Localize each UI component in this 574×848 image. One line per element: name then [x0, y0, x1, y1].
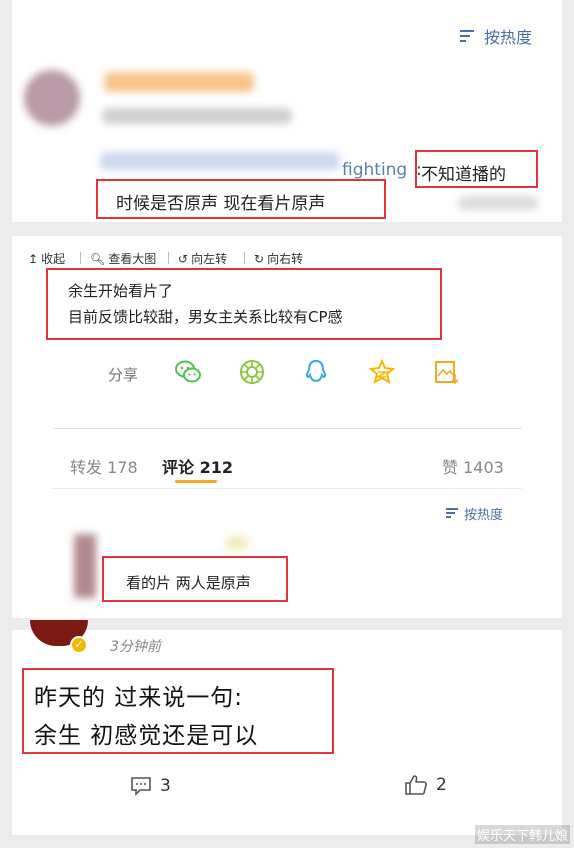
tab-bar-divider — [52, 488, 522, 489]
comment-action[interactable]: 3 — [130, 776, 171, 796]
username-blurred — [104, 72, 254, 92]
comments-sort-button[interactable]: 按热度 — [446, 504, 503, 523]
comment-blurred — [102, 108, 292, 124]
sort-icon — [446, 508, 460, 519]
like-count: 2 — [436, 775, 447, 795]
save-image-icon[interactable] — [432, 358, 460, 386]
comments-sort-label: 按热度 — [464, 508, 504, 523]
tab-active-underline — [175, 480, 217, 483]
reply-mention[interactable]: fighting — [342, 160, 407, 180]
commenter-avatar-blurred — [74, 534, 96, 598]
post-panel: ↥ 收起 🔍︎ 查看大图 ↺ 向左转 ↻ 向右转 余生开始看片了 目前反馈比较甜，男女主… — [12, 236, 562, 618]
toolbar-divider — [168, 252, 169, 264]
commenter-name-blurred — [226, 536, 248, 550]
collapse-button[interactable]: ↥ 收起 — [28, 250, 65, 267]
collapse-label: 收起 — [41, 252, 66, 266]
rotate-left-label: 向左转 — [191, 252, 228, 266]
rotate-right-label: 向右转 — [267, 252, 304, 266]
rotate-left-button[interactable]: ↺ 向左转 — [178, 250, 227, 267]
reply-user-blurred — [100, 152, 340, 170]
arrow-up-icon: ↥ — [28, 251, 39, 266]
view-large-button[interactable]: 🔍︎ 查看大图 — [90, 250, 156, 267]
highlight-box — [102, 556, 288, 602]
verified-badge-icon: ✓ — [70, 636, 88, 654]
section-divider — [52, 428, 522, 429]
sort-icon — [460, 29, 478, 43]
comment-panel-bottom: ✓ 3分钟前 昨天的 过来说一句: 余生 初感觉还是可以 3 2 — [12, 620, 562, 835]
wechat-icon[interactable] — [174, 358, 202, 386]
highlight-box — [415, 150, 538, 188]
toolbar-divider — [80, 252, 81, 264]
highlight-box — [96, 179, 386, 219]
comment-time: 3分钟前 — [110, 639, 161, 655]
toolbar-divider — [244, 252, 245, 264]
rotate-right-button[interactable]: ↻ 向右转 — [254, 250, 303, 267]
reply-meta-blurred — [458, 196, 538, 210]
thumbs-up-icon — [405, 775, 427, 795]
like-action[interactable]: 2 — [404, 774, 447, 796]
sort-label: 按热度 — [484, 28, 533, 47]
search-icon: 🔍︎ — [90, 251, 106, 266]
tab-like[interactable]: 赞 1403 — [442, 454, 504, 478]
watermark: 娱乐天下韩儿娘 — [474, 825, 570, 844]
share-label: 分享 — [108, 366, 139, 384]
qq-icon[interactable] — [302, 358, 330, 386]
tab-comment[interactable]: 评论 212 — [162, 454, 233, 478]
comment-icon — [131, 777, 151, 796]
rotate-right-icon: ↻ — [254, 251, 265, 266]
view-large-label: 查看大图 — [108, 252, 157, 266]
moments-icon[interactable] — [238, 358, 266, 386]
comment-count: 3 — [160, 776, 171, 796]
sort-by-hot-button[interactable]: 按热度 — [460, 24, 532, 48]
reply-panel-top: 按热度 fighting : 不知道播的 时候是否原声 现在看片原声 — [12, 0, 562, 222]
highlight-box — [46, 268, 442, 340]
tab-repost[interactable]: 转发 178 — [70, 454, 138, 478]
highlight-box — [22, 668, 334, 754]
avatar-blurred — [24, 70, 80, 126]
qzone-icon[interactable] — [368, 358, 396, 386]
rotate-left-icon: ↺ — [178, 251, 189, 266]
